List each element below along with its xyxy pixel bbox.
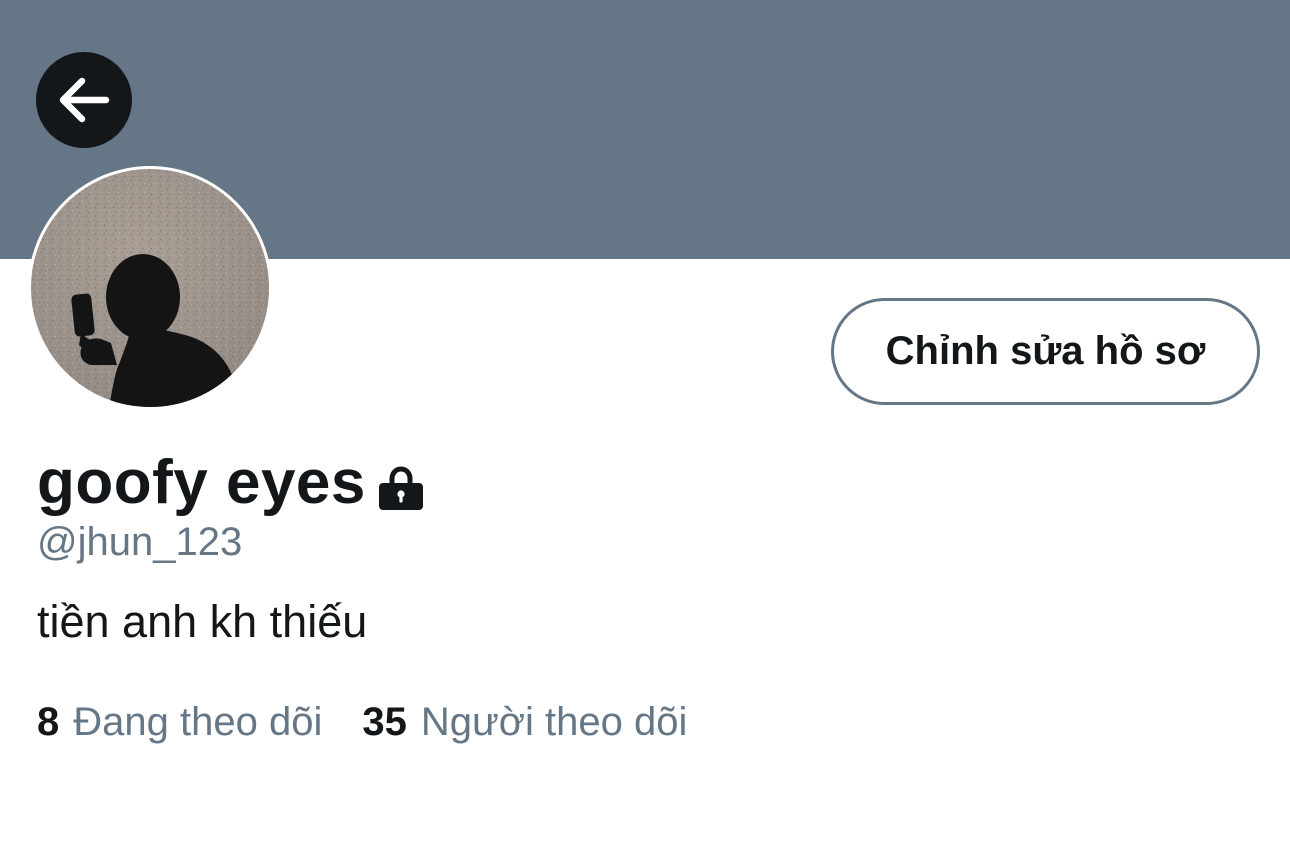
following-label: Đang theo dõi	[73, 700, 323, 744]
following-count: 8	[37, 700, 60, 744]
user-bio: tiền anh kh thiếu	[37, 596, 368, 647]
display-name: goofy eyes	[37, 448, 366, 517]
followers-stat[interactable]: 35 Người theo dõi	[362, 697, 687, 747]
followers-count: 35	[362, 700, 407, 744]
arrow-left-icon	[59, 77, 110, 123]
followers-label: Người theo dõi	[420, 700, 688, 744]
back-button[interactable]	[36, 52, 132, 148]
edit-profile-button[interactable]: Chỉnh sửa hồ sơ	[831, 298, 1260, 405]
profile-page: Chỉnh sửa hồ sơ goofy eyes @jhun_123 tiề…	[0, 0, 1290, 864]
avatar[interactable]	[28, 166, 272, 410]
avatar-photo	[31, 169, 269, 407]
lock-icon	[378, 466, 423, 510]
follow-stats: 8 Đang theo dõi 35 Người theo dõi	[37, 697, 687, 747]
following-stat[interactable]: 8 Đang theo dõi	[37, 697, 322, 747]
user-handle: @jhun_123	[37, 520, 243, 564]
name-row: goofy eyes	[37, 446, 424, 520]
